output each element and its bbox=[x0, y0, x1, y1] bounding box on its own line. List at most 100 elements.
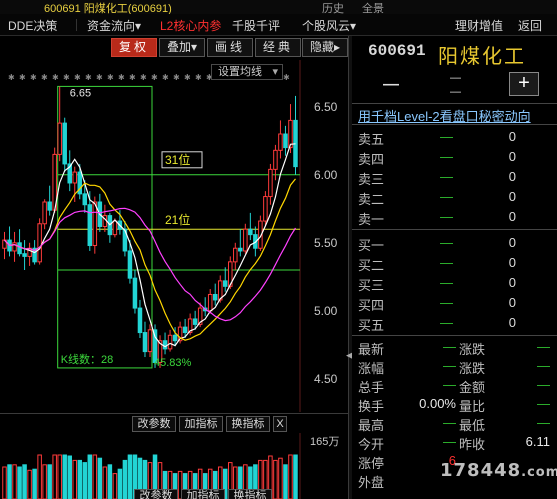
menu-back[interactable]: 返回 bbox=[518, 17, 542, 34]
volume-bar bbox=[37, 454, 42, 499]
orderbook-divider bbox=[352, 335, 557, 336]
order-volume: 0 bbox=[508, 255, 516, 270]
volume-bar bbox=[7, 464, 12, 499]
watermark-logo: 178448.com bbox=[440, 460, 557, 481]
ask-row[interactable]: 卖五 — 0 bbox=[352, 127, 557, 147]
event-marker-icon: ✱ bbox=[283, 73, 290, 82]
add-indicator-button[interactable]: 加指标 bbox=[179, 416, 223, 432]
volume-bar bbox=[102, 466, 108, 499]
volume-bar bbox=[87, 454, 93, 499]
edit-params-button-2[interactable]: 改参数 bbox=[134, 489, 178, 499]
order-price: — bbox=[440, 255, 453, 270]
bid-row[interactable]: 买五 — 0 bbox=[352, 313, 557, 333]
order-level-label: 买四 bbox=[358, 298, 385, 313]
candle-body bbox=[167, 334, 173, 350]
candle-body bbox=[147, 329, 153, 353]
topbar-panorama-link[interactable]: 全景 bbox=[362, 0, 384, 14]
stat-label: 外盘 bbox=[358, 475, 385, 490]
restore-rights-button[interactable]: 复权 bbox=[111, 38, 157, 57]
ask-row[interactable]: 卖四 — 0 bbox=[352, 147, 557, 167]
candle-body bbox=[72, 171, 78, 184]
stock-name: 阳煤化工 bbox=[438, 44, 526, 68]
volume-bar bbox=[57, 454, 62, 499]
title-bar: 600691 阳煤化工(600691) 历史 全景 bbox=[0, 0, 557, 14]
stat-row: 最高 — 最低 — bbox=[352, 414, 557, 433]
candle-body bbox=[37, 223, 42, 263]
menu-wealth[interactable]: 理财增值 bbox=[455, 17, 503, 34]
add-indicator-button-2[interactable]: 加指标 bbox=[181, 489, 225, 499]
quote-panel: 600691 阳煤化工 — — — + 用千档Level-2看盘口秘密动向 卖五… bbox=[352, 36, 557, 499]
candle-body bbox=[172, 334, 178, 342]
volume-bar bbox=[77, 459, 83, 499]
orderbook-divider bbox=[352, 124, 557, 125]
price-tick-label: 6.00 bbox=[314, 168, 338, 182]
menu-l2-core[interactable]: L2核心内参 bbox=[160, 17, 221, 34]
event-marker-icon: ✱ bbox=[19, 73, 26, 82]
candle-body bbox=[273, 149, 278, 170]
price-tick-label: 4.50 bbox=[314, 372, 338, 386]
close-icon[interactable]: X bbox=[273, 416, 287, 432]
stat-value: — bbox=[443, 358, 456, 373]
stat-value: — bbox=[537, 339, 550, 354]
volume-bar bbox=[62, 454, 67, 499]
order-volume: 0 bbox=[508, 275, 516, 290]
stat-label: 今开 bbox=[358, 437, 385, 452]
hide-button[interactable]: 隐藏▸ bbox=[302, 38, 348, 57]
switch-indicator-button-2[interactable]: 换指标 bbox=[228, 489, 272, 499]
candle-body bbox=[288, 119, 293, 149]
menu-stock-review[interactable]: 千股千评 bbox=[232, 17, 280, 34]
edit-params-button[interactable]: 改参数 bbox=[132, 416, 176, 432]
menu-dde[interactable]: DDE决策 bbox=[8, 17, 57, 34]
candle-body bbox=[162, 340, 168, 350]
bid-row[interactable]: 买三 — 0 bbox=[352, 273, 557, 293]
topbar-history-link[interactable]: 历史 bbox=[322, 0, 344, 14]
overlay-button[interactable]: 叠加▾ bbox=[159, 38, 205, 57]
percent-label: 45.83% bbox=[154, 357, 192, 369]
candle-body bbox=[112, 220, 118, 236]
candle-body bbox=[92, 201, 98, 247]
menu-capital-flow[interactable]: 资金流向▾ bbox=[87, 17, 141, 34]
volume-scale-label: 165万 bbox=[310, 436, 339, 448]
bid-row[interactable]: 买四 — 0 bbox=[352, 293, 557, 313]
add-to-watchlist-button[interactable]: + bbox=[509, 72, 539, 96]
stat-value: — bbox=[537, 377, 550, 392]
event-marker-icon: ✱ bbox=[107, 73, 114, 82]
candle-body bbox=[17, 242, 22, 255]
price-tick-label: 5.50 bbox=[314, 236, 338, 250]
ask-row[interactable]: 卖三 — 0 bbox=[352, 167, 557, 187]
orderbook-divider bbox=[352, 229, 557, 230]
volume-bar bbox=[2, 466, 7, 499]
ask-row[interactable]: 卖一 — 0 bbox=[352, 207, 557, 227]
candle-body bbox=[57, 122, 62, 155]
lower-indicator-toolbar: 改参数 加指标 换指标 bbox=[130, 489, 310, 499]
kline-chart[interactable]: ✱✱✱✱✱✱✱✱✱✱✱✱✱✱✱✱✱✱✱✱✱✱✱✱✱✱6.506.005.505.… bbox=[0, 60, 348, 412]
ma-setting-button[interactable]: 设置均线 ▾ bbox=[211, 64, 283, 80]
stat-label: 最低 bbox=[459, 418, 486, 433]
stat-label: 涨幅 bbox=[358, 361, 385, 376]
chart-toolbar: 复权 叠加▾ 画线 经典 隐藏▸ bbox=[0, 36, 350, 60]
volume-bar bbox=[27, 469, 32, 499]
last-price: — bbox=[383, 76, 399, 93]
order-level-label: 买一 bbox=[358, 238, 385, 253]
indicator-toolbar: 改参数 加指标 换指标 X bbox=[0, 413, 348, 433]
draw-line-button[interactable]: 画线 bbox=[207, 38, 253, 57]
candle-body bbox=[62, 122, 67, 165]
volume-bar bbox=[82, 462, 88, 499]
event-marker-icon: ✱ bbox=[74, 73, 81, 82]
stat-row: 总手 — 金额 — bbox=[352, 376, 557, 395]
level2-promo-link[interactable]: 用千档Level-2看盘口秘密动向 bbox=[358, 106, 531, 125]
classic-button[interactable]: 经典 bbox=[255, 38, 301, 57]
switch-indicator-button[interactable]: 换指标 bbox=[226, 416, 270, 432]
stat-label: 最高 bbox=[358, 418, 385, 433]
menu-stock-events[interactable]: 个股风云▾ bbox=[302, 17, 356, 34]
order-level-label: 卖三 bbox=[358, 172, 385, 187]
order-price: — bbox=[440, 169, 453, 184]
bid-row[interactable]: 买二 — 0 bbox=[352, 253, 557, 273]
order-price: — bbox=[440, 275, 453, 290]
stat-row: 换手 0.00% 量比 — bbox=[352, 395, 557, 414]
volume-bar bbox=[112, 473, 118, 499]
ask-row[interactable]: 卖二 — 0 bbox=[352, 187, 557, 207]
event-marker-icon: ✱ bbox=[173, 73, 180, 82]
bid-row[interactable]: 买一 — 0 bbox=[352, 233, 557, 253]
price-change: — bbox=[450, 72, 461, 84]
